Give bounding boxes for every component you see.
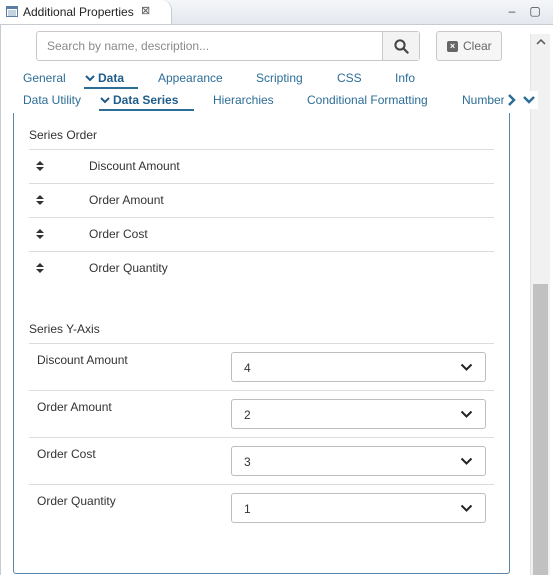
vertical-scrollbar[interactable] [530,34,550,575]
y-axis-select[interactable]: 4 [231,352,486,382]
scrollbar-thumb[interactable] [533,284,548,575]
view-tab-title: Additional Properties [23,5,134,19]
y-axis-row-label: Order Quantity [37,494,116,508]
series-order-item[interactable]: Order Amount [29,184,494,217]
tab-info[interactable]: Info [395,71,415,85]
divider [29,343,494,344]
tab-data-label: Data [98,71,125,85]
tab-data-series[interactable]: Data Series [99,93,178,107]
chevron-down-icon[interactable] [521,91,537,109]
series-order-item[interactable]: Order Quantity [29,252,494,285]
y-axis-select-value: 4 [244,361,251,375]
search-box [36,31,420,61]
series-y-axis-title: Series Y-Axis [29,322,100,336]
tab-number[interactable]: Number [462,93,504,107]
chevron-down-icon [85,75,95,82]
series-order-label: Order Amount [89,193,164,207]
chevron-down-icon [460,410,473,418]
tab-data[interactable]: Data [84,71,124,85]
drag-sort-icon[interactable] [35,193,45,207]
tab-data-series-label: Data Series [113,93,179,107]
series-order-item[interactable]: Discount Amount [29,150,494,183]
tab-css[interactable]: CSS [337,71,362,85]
series-order-label: Discount Amount [89,159,180,173]
drag-sort-icon[interactable] [35,159,45,173]
y-axis-select-value: 3 [244,455,251,469]
y-axis-select[interactable]: 1 [231,493,486,523]
divider [29,437,494,438]
tab-hierarchies[interactable]: Hierarchies [213,93,274,107]
series-order-label: Order Cost [89,227,148,241]
chevron-down-icon [460,363,473,371]
search-input[interactable] [37,32,382,60]
chevron-right-icon[interactable] [504,91,520,109]
tab-data-underline [84,87,138,89]
tab-scripting[interactable]: Scripting [256,71,303,85]
tab-data-utility[interactable]: Data Utility [23,93,81,107]
chevron-down-icon [460,504,473,512]
chevron-down-icon [460,457,473,465]
y-axis-select-value: 1 [244,502,251,516]
clear-x-icon: × [447,41,458,52]
y-axis-select[interactable]: 2 [231,399,486,429]
maximize-button[interactable]: ▢ [527,3,543,19]
clear-label: Clear [463,39,492,53]
series-order-title: Series Order [29,128,98,142]
close-icon[interactable]: ⊠ [141,5,150,17]
series-order-label: Order Quantity [89,261,168,275]
search-button[interactable] [382,32,419,60]
divider [29,390,494,391]
tab-data-series-underline [99,109,194,111]
drag-sort-icon[interactable] [35,261,45,275]
y-axis-row-label: Order Amount [37,400,112,414]
y-axis-row-label: Discount Amount [37,353,128,367]
y-axis-row-label: Order Cost [37,447,96,461]
chevron-down-icon [100,97,110,104]
drag-sort-icon[interactable] [35,227,45,241]
y-axis-select[interactable]: 3 [231,446,486,476]
series-order-item[interactable]: Order Cost [29,218,494,251]
tab-appearance[interactable]: Appearance [158,71,223,85]
view-tab[interactable]: Additional Properties ⊠ [0,0,172,24]
search-icon [394,39,409,54]
title-bar: Additional Properties ⊠ – ▢ [0,0,553,25]
properties-window: Additional Properties ⊠ – ▢ × Clear Gene… [0,0,553,575]
properties-icon [6,6,18,17]
divider [29,484,494,485]
tabs-scroll-controls [504,91,538,109]
y-axis-select-value: 2 [244,408,251,422]
minimize-button[interactable]: – [504,3,520,19]
tab-general[interactable]: General [23,71,66,85]
scroll-up-icon[interactable] [531,38,550,54]
clear-button[interactable]: × Clear [436,31,502,61]
tab-conditional-formatting[interactable]: Conditional Formatting [307,93,428,107]
